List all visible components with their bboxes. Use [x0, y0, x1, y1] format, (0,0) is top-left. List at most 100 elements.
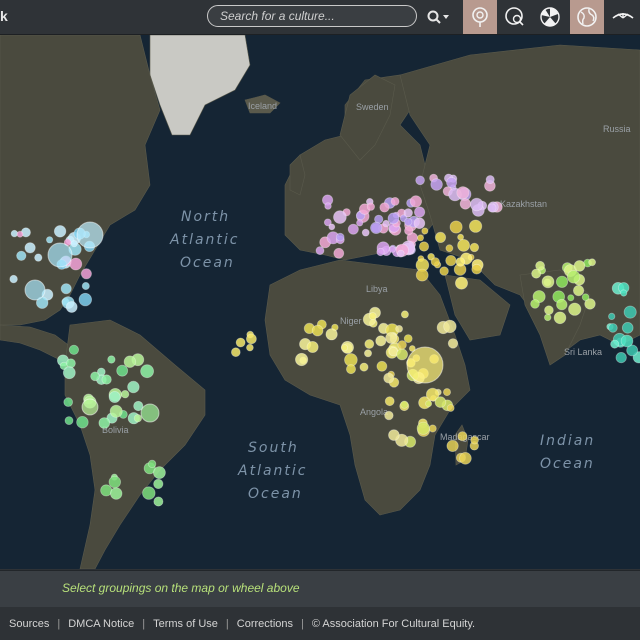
culture-marker[interactable]	[361, 228, 370, 237]
culture-marker[interactable]	[566, 270, 581, 284]
culture-marker[interactable]	[388, 429, 400, 441]
view-button[interactable]	[606, 0, 640, 34]
culture-marker[interactable]	[413, 206, 426, 218]
culture-marker-large[interactable]	[81, 398, 99, 416]
culture-marker[interactable]	[439, 266, 449, 276]
culture-marker[interactable]	[306, 340, 319, 353]
culture-marker[interactable]	[555, 275, 569, 288]
culture-marker[interactable]	[16, 250, 27, 261]
culture-marker[interactable]	[69, 257, 83, 271]
culture-marker[interactable]	[347, 223, 359, 235]
footer-link-corrections[interactable]: Corrections	[237, 618, 293, 630]
culture-marker[interactable]	[335, 232, 345, 242]
culture-marker[interactable]	[544, 305, 554, 316]
culture-marker[interactable]	[382, 219, 390, 228]
culture-marker[interactable]	[553, 311, 567, 325]
culture-marker[interactable]	[384, 396, 395, 407]
culture-marker[interactable]	[363, 349, 372, 358]
globe-search-button[interactable]	[498, 0, 532, 34]
culture-marker[interactable]	[81, 281, 90, 290]
culture-marker[interactable]	[63, 397, 73, 407]
culture-marker[interactable]	[24, 242, 36, 254]
map-canvas[interactable]: North Atlantic Ocean South Atlantic Ocea…	[0, 35, 640, 569]
culture-marker[interactable]	[455, 257, 466, 267]
culture-marker[interactable]	[64, 416, 74, 426]
culture-marker[interactable]	[623, 305, 637, 319]
culture-marker[interactable]	[345, 364, 356, 375]
culture-marker-large[interactable]	[76, 221, 104, 249]
culture-marker[interactable]	[376, 247, 385, 257]
culture-marker[interactable]	[370, 221, 383, 234]
culture-marker[interactable]	[116, 364, 129, 377]
culture-marker[interactable]	[568, 302, 582, 316]
footer-link-terms[interactable]: Terms of Use	[153, 618, 218, 630]
culture-marker[interactable]	[470, 435, 479, 445]
culture-marker[interactable]	[364, 339, 375, 349]
culture-marker[interactable]	[359, 362, 369, 372]
culture-marker[interactable]	[608, 323, 618, 333]
culture-marker[interactable]	[246, 343, 254, 352]
culture-marker[interactable]	[530, 299, 540, 309]
culture-marker[interactable]	[45, 236, 54, 244]
culture-marker[interactable]	[567, 294, 575, 302]
culture-marker[interactable]	[387, 212, 400, 225]
pin-tool-button[interactable]	[463, 0, 497, 34]
culture-marker[interactable]	[60, 283, 72, 295]
culture-marker[interactable]	[385, 332, 398, 344]
brand-logo[interactable]: k	[0, 8, 8, 24]
culture-marker[interactable]	[573, 260, 586, 272]
culture-marker[interactable]	[107, 355, 116, 364]
culture-marker[interactable]	[416, 234, 424, 242]
culture-marker[interactable]	[456, 186, 470, 200]
culture-marker[interactable]	[485, 175, 495, 185]
culture-marker[interactable]	[457, 238, 471, 252]
culture-marker[interactable]	[425, 400, 433, 408]
culture-marker[interactable]	[446, 176, 458, 188]
footer-link-dmca[interactable]: DMCA Notice	[68, 618, 134, 630]
culture-marker[interactable]	[375, 335, 387, 347]
culture-marker[interactable]	[147, 459, 157, 469]
culture-marker[interactable]	[415, 175, 425, 186]
culture-marker[interactable]	[403, 334, 413, 344]
culture-marker[interactable]	[442, 388, 451, 397]
culture-marker[interactable]	[404, 217, 413, 227]
culture-marker[interactable]	[471, 263, 483, 275]
culture-marker[interactable]	[531, 268, 542, 279]
culture-marker[interactable]	[403, 208, 413, 218]
culture-marker[interactable]	[153, 478, 164, 489]
culture-marker[interactable]	[415, 268, 429, 282]
culture-marker[interactable]	[413, 217, 426, 230]
culture-marker[interactable]	[556, 298, 568, 311]
culture-marker[interactable]	[446, 439, 459, 452]
culture-marker[interactable]	[620, 334, 634, 348]
culture-marker[interactable]	[384, 410, 394, 421]
culture-marker[interactable]	[140, 364, 155, 379]
culture-marker[interactable]	[80, 268, 92, 280]
culture-marker[interactable]	[142, 486, 156, 500]
culture-marker-large[interactable]	[140, 403, 160, 423]
culture-marker[interactable]	[108, 390, 121, 403]
culture-marker[interactable]	[333, 247, 345, 259]
culture-marker[interactable]	[443, 319, 457, 334]
culture-marker[interactable]	[133, 414, 142, 423]
culture-marker[interactable]	[430, 257, 440, 267]
culture-marker[interactable]	[396, 249, 405, 258]
culture-marker[interactable]	[340, 344, 349, 352]
culture-marker-large[interactable]	[24, 279, 46, 301]
culture-marker[interactable]	[445, 255, 457, 267]
culture-marker[interactable]	[383, 372, 395, 384]
culture-marker[interactable]	[66, 358, 76, 369]
culture-marker[interactable]	[127, 380, 140, 394]
culture-marker[interactable]	[379, 202, 390, 213]
culture-marker[interactable]	[333, 210, 347, 224]
culture-marker[interactable]	[468, 219, 483, 233]
culture-marker[interactable]	[311, 324, 324, 337]
culture-marker[interactable]	[541, 275, 555, 289]
culture-marker[interactable]	[90, 371, 100, 382]
culture-marker[interactable]	[68, 344, 80, 355]
culture-marker[interactable]	[446, 404, 455, 412]
culture-marker[interactable]	[368, 312, 377, 321]
culture-marker[interactable]	[325, 328, 338, 341]
culture-marker[interactable]	[588, 258, 596, 267]
culture-marker[interactable]	[108, 475, 122, 489]
